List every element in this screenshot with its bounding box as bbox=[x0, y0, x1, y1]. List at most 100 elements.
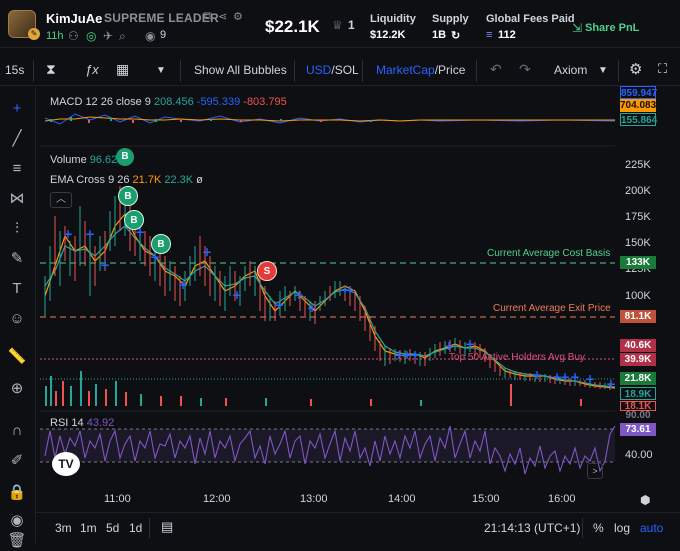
chevron-down-icon[interactable]: ▼ bbox=[598, 65, 608, 76]
volume-bars bbox=[45, 371, 582, 406]
range-button[interactable]: 3m bbox=[55, 521, 72, 535]
source-select[interactable]: Axiom bbox=[554, 63, 587, 77]
share-icon[interactable]: ⋖ bbox=[218, 10, 227, 23]
brush-icon[interactable]: ✎ bbox=[6, 248, 28, 270]
currency-toggle[interactable]: USD/SOL bbox=[306, 63, 359, 77]
undo-icon[interactable]: ↶ bbox=[490, 61, 502, 78]
macd-tag: 859.947 bbox=[620, 86, 658, 99]
price-tick: 225K bbox=[625, 159, 651, 171]
log-toggle[interactable]: log bbox=[614, 521, 630, 535]
ema-legend[interactable]: EMA Cross 9 26 21.7K 22.3K ø bbox=[50, 174, 203, 186]
ruler-icon[interactable]: 📏 bbox=[6, 346, 28, 368]
buy-marker: + bbox=[585, 372, 595, 386]
volume-label: Volume bbox=[50, 154, 87, 166]
percent-toggle[interactable]: % bbox=[593, 521, 604, 535]
text-icon[interactable]: T bbox=[6, 278, 28, 300]
range-button[interactable]: 5d bbox=[106, 521, 119, 535]
calendar-icon[interactable]: ▤ bbox=[161, 519, 173, 535]
lock-drawings-icon[interactable]: ✐ bbox=[6, 450, 28, 472]
interval-button[interactable]: 15s bbox=[5, 63, 24, 77]
rsi-label: RSI 14 bbox=[50, 417, 84, 429]
user-icon[interactable]: ⚇ bbox=[68, 29, 79, 43]
avg-exit-label: Current Average Exit Price bbox=[493, 303, 611, 314]
clock-display[interactable]: 21:14:13 (UTC+1) bbox=[484, 521, 580, 535]
refresh-icon[interactable]: ↻ bbox=[451, 29, 460, 42]
price-chart[interactable]: + + ++ ++ ++ ++ ++ ++ ++ + + + + + + + + bbox=[40, 86, 680, 506]
macd-label: MACD 12 26 close 9 bbox=[50, 96, 151, 108]
toolbar-divider bbox=[476, 60, 477, 82]
redo-icon[interactable]: ↷ bbox=[519, 61, 531, 78]
show-all-bubbles-button[interactable]: Show All Bubbles bbox=[194, 63, 287, 77]
hexagon-icon[interactable]: ⬢ bbox=[640, 493, 650, 507]
layouts-icon[interactable]: ▦ bbox=[116, 61, 129, 78]
market-cap: $22.1K bbox=[265, 17, 320, 36]
crosshair-icon[interactable]: + bbox=[6, 98, 28, 120]
macd-value-2: -595.339 bbox=[196, 96, 241, 108]
price-tick: 200K bbox=[625, 185, 651, 197]
collapse-legend-button[interactable]: ︿ bbox=[50, 192, 72, 208]
fullscreen-icon[interactable]: ⛶ bbox=[658, 61, 667, 77]
buy-marker: + bbox=[202, 245, 212, 259]
rsi-legend[interactable]: RSI 14 43.92 bbox=[50, 417, 114, 429]
pump-badge-icon: ✎ bbox=[28, 28, 40, 40]
liquidity-value: $12.2K bbox=[370, 29, 406, 41]
telegram-icon[interactable]: ✈ bbox=[103, 29, 113, 43]
buy-marker: + bbox=[532, 368, 542, 382]
price-tick: 150K bbox=[625, 237, 651, 249]
globe-icon[interactable]: ◎ bbox=[86, 29, 96, 43]
token-age: 11h bbox=[46, 30, 64, 42]
scroll-to-latest-button[interactable]: > bbox=[587, 463, 603, 479]
macd-tag: 704.083 bbox=[620, 99, 657, 112]
holders-count: 1 bbox=[348, 18, 355, 32]
currency-sol[interactable]: SOL bbox=[335, 63, 359, 77]
copy-icon[interactable]: ⧉ bbox=[204, 10, 212, 23]
rsi-tag: 73.61 bbox=[620, 423, 656, 436]
buy-marker: + bbox=[63, 227, 73, 241]
indicators-icon[interactable]: ƒx bbox=[85, 62, 99, 77]
buy-marker: + bbox=[100, 258, 110, 272]
ema-label: EMA Cross 9 26 bbox=[50, 174, 130, 186]
zoom-icon[interactable]: ⊕ bbox=[6, 378, 28, 400]
gear-icon[interactable]: ⚙ bbox=[233, 10, 243, 23]
search-icon[interactable]: ⌕ bbox=[119, 29, 126, 44]
mode-marketcap[interactable]: MarketCap bbox=[376, 63, 435, 77]
buy-bubble[interactable]: B bbox=[118, 186, 138, 206]
macd-legend[interactable]: MACD 12 26 close 9 208.456 -595.339 -803… bbox=[50, 96, 287, 108]
mode-toggle[interactable]: MarketCap/Price bbox=[376, 63, 465, 77]
buy-bubble[interactable]: B bbox=[116, 148, 134, 166]
avg-cost-tag: 133K bbox=[620, 256, 656, 269]
fib-icon[interactable]: ⫶ bbox=[6, 218, 28, 240]
price-tick: 100K bbox=[625, 290, 651, 302]
chevron-down-icon[interactable]: ▼ bbox=[156, 65, 166, 76]
sell-bubble[interactable]: S bbox=[257, 261, 277, 281]
token-name[interactable]: KimJuAe bbox=[46, 11, 102, 26]
magnet-icon[interactable]: ∩ bbox=[6, 420, 28, 442]
rsi-pane bbox=[40, 410, 616, 475]
emoji-icon[interactable]: ☺ bbox=[6, 308, 28, 330]
candles-icon[interactable]: ⧗ bbox=[46, 61, 56, 78]
fees-icon: ≡ bbox=[486, 29, 493, 41]
eye-icon[interactable]: ◉ bbox=[6, 510, 28, 532]
lock-icon[interactable]: 🔒 bbox=[6, 482, 28, 504]
range-button[interactable]: 1d bbox=[129, 521, 142, 535]
current-price-tag: 21.8K bbox=[620, 372, 656, 385]
currency-usd[interactable]: USD bbox=[306, 63, 331, 77]
trendline-icon[interactable]: ╱ bbox=[6, 128, 28, 150]
range-button[interactable]: 1m bbox=[80, 521, 97, 535]
share-arrow-icon: ⇲ bbox=[572, 21, 583, 35]
trash-icon[interactable]: 🗑 bbox=[6, 530, 28, 551]
settings-icon[interactable]: ⚙ bbox=[629, 60, 642, 78]
buy-bubble[interactable]: B bbox=[151, 234, 171, 254]
pattern-icon[interactable]: ⋈ bbox=[6, 188, 28, 210]
mode-price[interactable]: Price bbox=[438, 63, 465, 77]
buy-bubble[interactable]: B bbox=[124, 210, 144, 230]
horizontal-lines-icon[interactable]: ≡ bbox=[6, 158, 28, 180]
time-tick: 14:00 bbox=[388, 493, 416, 505]
share-pnl-button[interactable]: Share PnL bbox=[585, 22, 639, 34]
auto-toggle[interactable]: auto bbox=[640, 521, 663, 535]
volume-tag: 18.9K bbox=[620, 387, 656, 400]
volume-legend[interactable]: Volume 96.62 bbox=[50, 154, 117, 166]
tradingview-logo[interactable]: TV bbox=[52, 452, 80, 476]
ema-value-1: 21.7K bbox=[132, 174, 162, 186]
macd-pane bbox=[40, 113, 616, 147]
